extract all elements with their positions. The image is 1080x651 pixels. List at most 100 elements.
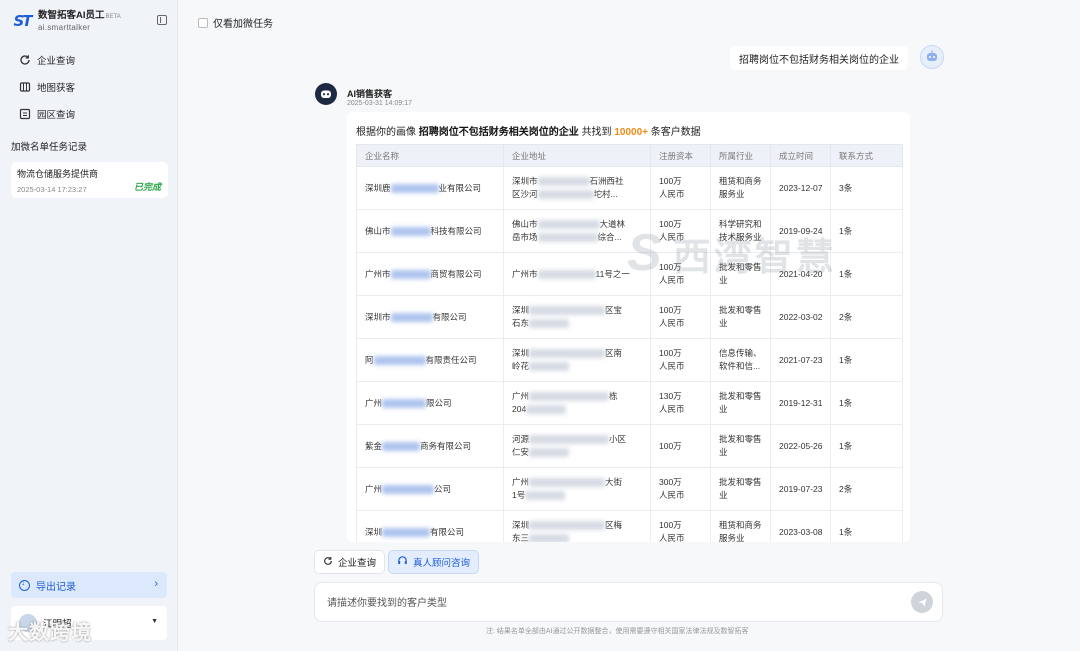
chat-input-box [314,582,943,622]
industry: 租赁和商务服务业 [710,510,771,542]
export-label: 导出记录 [36,581,76,593]
send-icon [917,598,927,607]
industry: 科学研究和技术服务业 [710,209,771,253]
park-icon [19,108,31,120]
contact-link[interactable]: 2条 [830,467,903,511]
sidebar-nav: 企业查询 地图获客 园区查询 [11,46,169,127]
filter-checkbox[interactable] [198,17,208,28]
col-header-date: 成立时间 [770,144,831,167]
company-name-link[interactable]: 深圳 有限公司 [356,510,504,542]
table-row[interactable]: 深圳 有限公司 深圳 区梅 东三 100万 人民币 租赁和商务服务业 2023-03-0… [356,510,903,542]
registered-capital: 100万 人民币 [650,166,711,210]
company-address: 广州市 11号之一 [503,252,651,296]
task-section-title: 加微名单任务记录 [11,142,88,153]
table-row[interactable]: 深圳鹿 业有限公司 深圳市 石洲西社 区沙河 坨村... 100万 人民币 租赁和商务服务… [356,166,903,210]
col-header-capital: 注册资本 [650,144,711,167]
contact-link[interactable]: 1条 [830,338,903,382]
col-header-address: 企业地址 [503,144,651,167]
industry: 信息传输、软件和信... [710,338,771,382]
company-name-link[interactable]: 阿有限责任公司 [356,338,504,382]
registered-capital: 100万 人民币 [650,252,711,296]
industry: 批发和零售业 [710,424,771,468]
industry: 批发和零售业 [710,381,771,425]
brand-domain: ai.smarttalker [38,23,91,32]
summary-query: 招聘岗位不包括财务相关岗位的企业 [418,127,579,138]
table-row[interactable]: 紫金 商务有限公司 河源 小区 仁安 100万 批发和零售业 2022-05-26 1… [356,424,903,468]
table-row[interactable]: 广州 公司 广州 大街 1号 300万 人民币 批发和零售业 2019-07-23 2条 [356,467,903,511]
contact-link[interactable]: 1条 [830,209,903,253]
company-address: 河源 小区 仁安 [503,424,651,468]
table-row[interactable]: 广州市 商贸有限公司 广州市 11号之一 100万 人民币 批发和零售业 2021-0… [356,252,903,296]
founded-date: 2023-12-07 [770,166,831,210]
user-avatar-icon [920,45,944,69]
industry: 租赁和商务服务业 [710,166,771,210]
founded-date: 2021-07-23 [770,338,831,382]
send-button[interactable] [911,591,933,613]
contact-link[interactable]: 1条 [830,381,903,425]
company-address: 佛山市 大道林 岳市场 综合... [503,209,651,253]
founded-date: 2019-09-24 [770,209,831,253]
quick-action-company-search[interactable]: 企业查询 [314,550,386,574]
caret-down-icon: ▼ [151,618,158,625]
nav-item-park[interactable]: 园区查询 [11,100,169,127]
contact-link[interactable]: 1条 [830,510,903,542]
result-count: 10000+ [614,127,648,138]
watermark-logo: 大数跨境 [8,622,92,644]
registered-capital: 130万 人民币 [650,381,711,425]
sidebar-collapse-icon[interactable] [157,15,167,25]
company-name-link[interactable]: 深圳市 有限公司 [356,295,504,339]
company-address: 广州栋 204 [503,381,651,425]
founded-date: 2022-05-26 [770,424,831,468]
nav-item-map[interactable]: 地图获客 [11,73,169,100]
founded-date: 2023-03-08 [770,510,831,542]
company-address: 深圳 区梅 东三 [503,510,651,542]
nav-item-company-search[interactable]: 企业查询 [11,46,169,73]
company-name-link[interactable]: 佛山市 科技有限公司 [356,209,504,253]
brand-text: 数智拓客AI员工BETA ai.smarttalker [38,10,121,32]
registered-capital: 300万 人民币 [650,467,711,511]
contact-link[interactable]: 1条 [830,424,903,468]
company-name-link[interactable]: 紫金 商务有限公司 [356,424,504,468]
contact-link[interactable]: 3条 [830,166,903,210]
beta-badge: BETA [105,14,121,20]
table-row[interactable]: 广州 限公司 广州栋 204 130万 人民币 批发和零售业 2019-12-31 1… [356,381,903,425]
user-message: 招聘岗位不包括财务相关岗位的企业 [730,46,908,70]
result-summary: 根据你的画像 招聘岗位不包括财务相关岗位的企业 共找到 10000+ 条客户数据 [356,127,701,138]
table-row[interactable]: 深圳市 有限公司 深圳 区宝 石东 100万 人民币 批发和零售业 2022-03-02… [356,295,903,339]
nav-label: 企业查询 [37,55,76,67]
company-name-link[interactable]: 广州 公司 [356,467,504,511]
table-row[interactable]: 阿有限责任公司 深圳 区南 岭花 100万 人民币 信息传输、软件和信... 2021… [356,338,903,382]
quick-action-human-consultant[interactable]: 真人顾问咨询 [388,550,480,574]
task-status-badge: 已完成 [133,182,161,192]
registered-capital: 100万 人民币 [650,510,711,542]
col-header-company: 企业名称 [356,144,504,167]
industry: 批发和零售业 [710,295,771,339]
registered-capital: 100万 人民币 [650,295,711,339]
chip-label: 真人顾问咨询 [413,558,471,569]
contact-link[interactable]: 1条 [830,252,903,296]
map-icon [19,81,31,93]
founded-date: 2021-04-20 [770,252,831,296]
chat-input[interactable] [327,593,887,613]
brand-logo: ST [13,12,32,30]
bot-timestamp: 2025-03-31 14:09:17 [347,100,412,107]
industry: 批发和零售业 [710,252,771,296]
company-name-link[interactable]: 广州市 商贸有限公司 [356,252,504,296]
refresh-search-icon [19,54,31,66]
company-address: 深圳 区南 岭花 [503,338,651,382]
registered-capital: 100万 [650,424,711,468]
brand[interactable]: ST 数智拓客AI员工BETA ai.smarttalker [11,10,121,32]
company-name-link[interactable]: 广州 限公司 [356,381,504,425]
company-name-link[interactable]: 深圳鹿 业有限公司 [356,166,504,210]
registered-capital: 100万 人民币 [650,209,711,253]
export-records-button[interactable]: 导出记录 › [11,572,167,598]
bot-answer-card: 根据你的画像 招聘岗位不包括财务相关岗位的企业 共找到 10000+ 条客户数据… [347,112,910,542]
registered-capital: 100万 人民币 [650,338,711,382]
chevron-right-icon: › [154,578,158,590]
table-header-row: 企业名称 企业地址 注册资本 所属行业 成立时间 联系方式 [356,144,903,167]
table-row[interactable]: 佛山市 科技有限公司 佛山市 大道林 岳市场 综合... 100万 人民币 科学研究和技术… [356,209,903,253]
task-card[interactable]: 物流仓储服务提供商 2025-03-14 17:23:27 已完成 [11,162,168,198]
results-table: 企业名称 企业地址 注册资本 所属行业 成立时间 联系方式 深圳鹿 业有限公司 深… [356,144,903,542]
wechat-task-filter[interactable]: 仅看加微任务 [198,15,273,30]
contact-link[interactable]: 2条 [830,295,903,339]
